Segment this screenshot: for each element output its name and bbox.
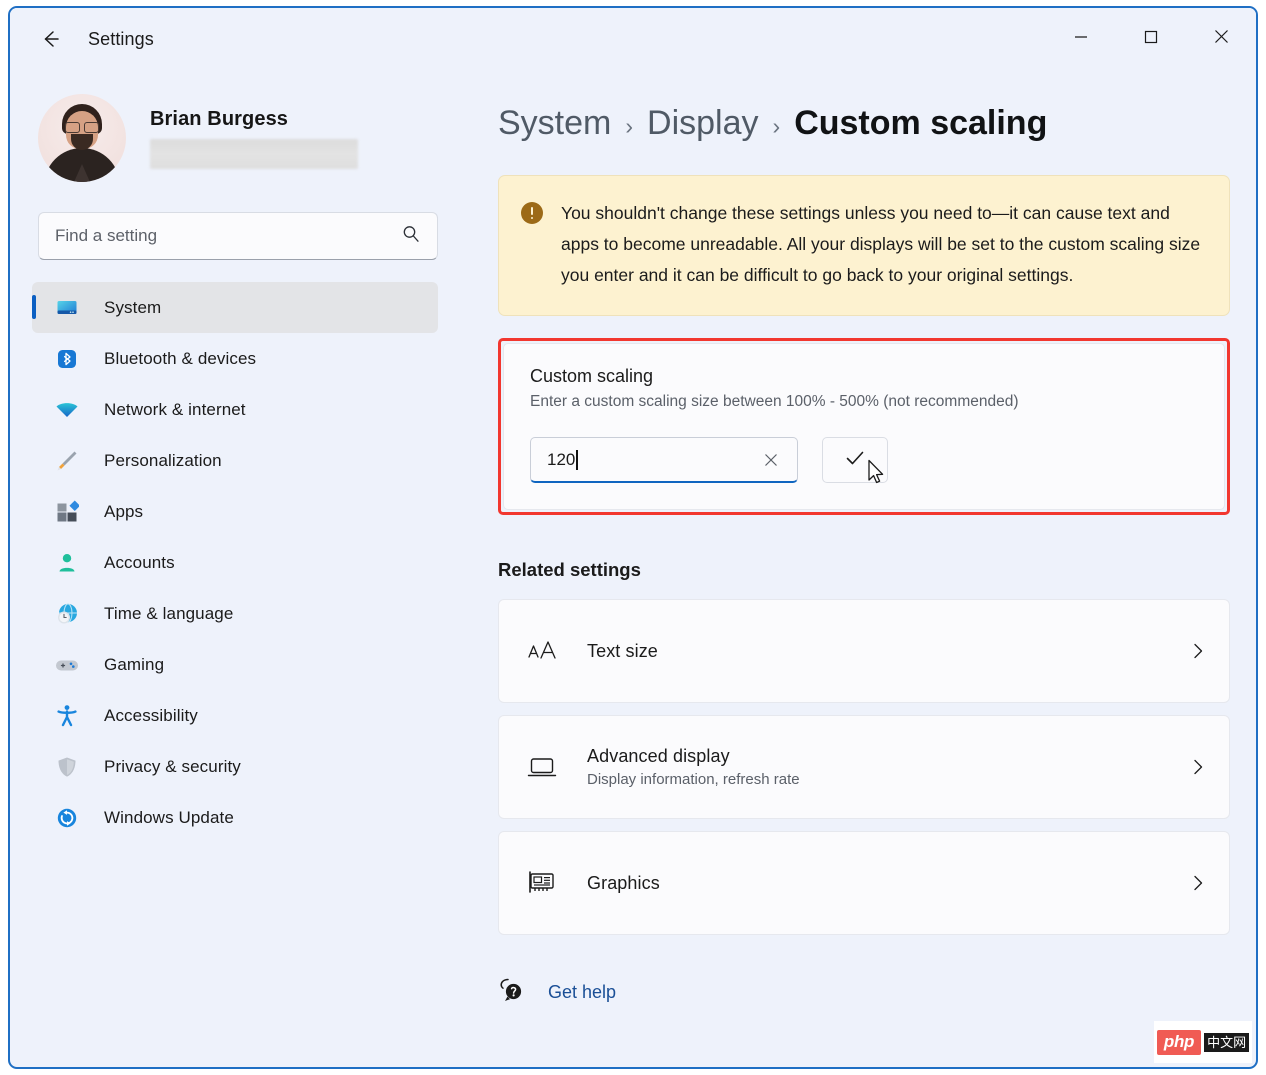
- sidebar-item-windows-update[interactable]: Windows Update: [32, 792, 438, 843]
- related-card-label: Text size: [587, 640, 658, 661]
- sidebar-item-label: Accounts: [104, 552, 175, 572]
- get-help-label: Get help: [548, 982, 617, 1002]
- clock-globe-icon: [54, 601, 80, 627]
- related-card-label: Graphics: [587, 872, 660, 893]
- text-size-icon: [525, 634, 559, 668]
- laptop-display-icon: [525, 750, 559, 784]
- warning-text: You shouldn't change these settings unle…: [561, 203, 1201, 285]
- get-help-link[interactable]: Get help: [498, 975, 616, 1010]
- sidebar-item-label: Gaming: [104, 654, 165, 674]
- related-card-label: Advanced display: [587, 746, 730, 766]
- breadcrumb: System › Display › Custom scaling: [498, 104, 1230, 143]
- apps-icon: [54, 499, 80, 525]
- help-bubble-icon: [498, 975, 528, 1010]
- sidebar-item-privacy-security[interactable]: Privacy & security: [32, 741, 438, 792]
- custom-scaling-card: Custom scaling Enter a custom scaling si…: [503, 343, 1225, 510]
- chevron-right-icon: [1189, 758, 1207, 776]
- checkmark-icon: [843, 446, 867, 475]
- search-icon: [401, 224, 421, 249]
- profile-email-redacted: [150, 138, 358, 169]
- sidebar-item-label: System: [104, 297, 162, 317]
- sidebar-item-system[interactable]: System: [32, 282, 438, 333]
- sidebar-item-time-language[interactable]: Time & language: [32, 588, 438, 639]
- related-card-advanced-display[interactable]: Advanced display Display information, re…: [498, 715, 1230, 819]
- graphics-card-icon: [525, 866, 559, 900]
- sidebar-item-label: Time & language: [104, 603, 234, 623]
- close-button[interactable]: [1186, 8, 1256, 70]
- sidebar-item-bluetooth-devices[interactable]: Bluetooth & devices: [32, 333, 438, 384]
- sidebar-item-accounts[interactable]: Accounts: [32, 537, 438, 588]
- sidebar-item-network-internet[interactable]: Network & internet: [32, 384, 438, 435]
- avatar: [38, 94, 126, 182]
- warning-banner: You shouldn't change these settings unle…: [498, 175, 1230, 316]
- accessibility-icon: [54, 703, 80, 729]
- sidebar-item-apps[interactable]: Apps: [32, 486, 438, 537]
- custom-scaling-input[interactable]: 120: [530, 437, 798, 483]
- sidebar: Brian Burgess Find a setting System Blue…: [10, 70, 472, 1067]
- sidebar-nav: System Bluetooth & devices Network & int…: [10, 282, 472, 843]
- breadcrumb-display[interactable]: Display: [647, 104, 758, 143]
- watermark: php 中文网: [1154, 1021, 1252, 1063]
- sidebar-item-label: Windows Update: [104, 807, 234, 827]
- page-title: Custom scaling: [794, 104, 1048, 142]
- custom-scaling-subtitle: Enter a custom scaling size between 100%…: [530, 393, 1019, 410]
- bluetooth-icon: [54, 346, 80, 372]
- sidebar-item-gaming[interactable]: Gaming: [32, 639, 438, 690]
- shield-icon: [54, 754, 80, 780]
- search-input[interactable]: [55, 226, 401, 246]
- sidebar-item-label: Personalization: [104, 450, 222, 470]
- minimize-icon: [1074, 30, 1088, 49]
- confirm-scaling-button[interactable]: [822, 437, 888, 484]
- custom-scaling-title: Custom scaling: [530, 366, 654, 386]
- sidebar-item-label: Accessibility: [104, 705, 198, 725]
- sidebar-item-label: Apps: [104, 501, 144, 521]
- maximize-icon: [1144, 30, 1158, 49]
- warning-icon: [521, 202, 543, 224]
- minimize-button[interactable]: [1046, 8, 1116, 70]
- update-icon: [54, 805, 80, 831]
- person-icon: [54, 550, 80, 576]
- related-card-graphics[interactable]: Graphics: [498, 831, 1230, 935]
- window-controls: [1046, 8, 1256, 70]
- monitor-icon: [54, 295, 80, 321]
- mouse-cursor-icon: [867, 459, 889, 492]
- back-arrow-icon: [40, 28, 62, 50]
- related-settings-heading: Related settings: [498, 559, 641, 580]
- sidebar-item-label: Bluetooth & devices: [104, 348, 257, 368]
- custom-scaling-value: 120: [547, 449, 576, 469]
- chevron-right-icon: [1189, 642, 1207, 660]
- app-title: Settings: [88, 28, 154, 49]
- settings-window: Settings Brian Burgess Find a setting Sy…: [8, 6, 1258, 1069]
- related-card-sub: Display information, refresh rate: [587, 771, 800, 788]
- close-icon: [1214, 29, 1229, 49]
- sidebar-item-label: Network & internet: [104, 399, 246, 419]
- search-box[interactable]: [38, 212, 438, 260]
- custom-scaling-highlight: Custom scaling Enter a custom scaling si…: [498, 338, 1230, 515]
- clear-x-icon[interactable]: [759, 448, 783, 472]
- main-content: System › Display › Custom scaling You sh…: [472, 70, 1256, 1067]
- watermark-cn: 中文网: [1204, 1032, 1250, 1052]
- text-caret: [576, 449, 578, 470]
- sidebar-item-personalization[interactable]: Personalization: [32, 435, 438, 486]
- maximize-button[interactable]: [1116, 8, 1186, 70]
- breadcrumb-separator-icon: ›: [772, 113, 781, 139]
- profile-section[interactable]: Brian Burgess: [38, 94, 472, 182]
- back-button[interactable]: [32, 20, 70, 58]
- sidebar-item-label: Privacy & security: [104, 756, 241, 776]
- breadcrumb-system[interactable]: System: [498, 104, 611, 143]
- watermark-php: php: [1156, 1029, 1202, 1055]
- sidebar-item-accessibility[interactable]: Accessibility: [32, 690, 438, 741]
- title-bar: Settings: [10, 8, 1256, 70]
- related-card-text-size[interactable]: Text size: [498, 599, 1230, 703]
- paintbrush-icon: [54, 448, 80, 474]
- wifi-icon: [54, 397, 80, 423]
- breadcrumb-separator-icon: ›: [625, 113, 634, 139]
- profile-name: Brian Burgess: [150, 107, 289, 130]
- gamepad-icon: [54, 652, 80, 678]
- chevron-right-icon: [1189, 874, 1207, 892]
